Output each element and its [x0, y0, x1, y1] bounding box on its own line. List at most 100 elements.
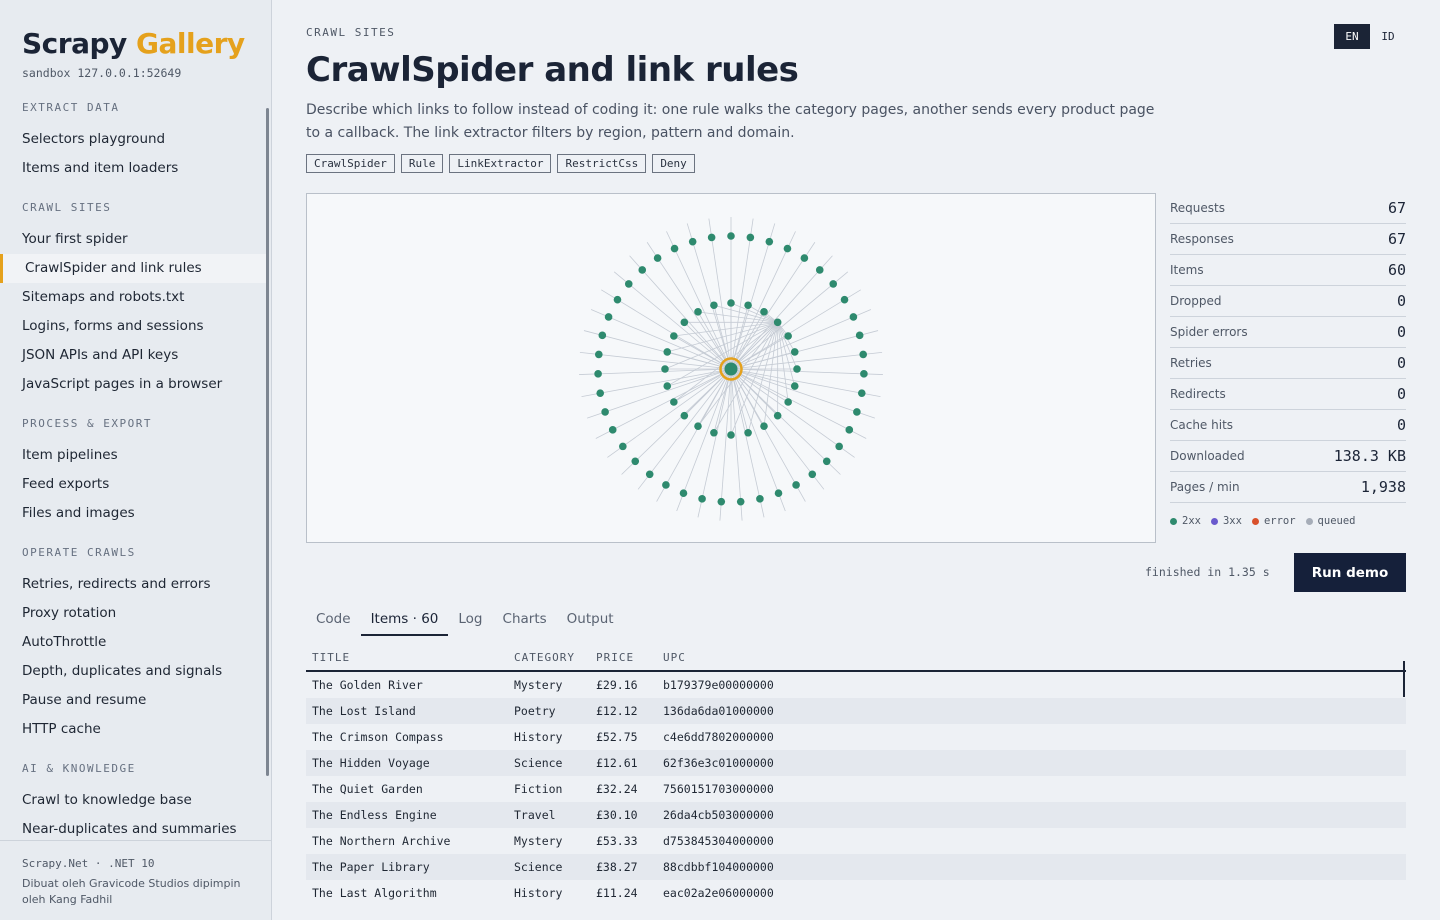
graph-node[interactable]: [670, 332, 678, 340]
sidebar-item[interactable]: Items and item loaders: [0, 154, 268, 183]
result-tab[interactable]: Code: [306, 609, 361, 636]
sidebar-item[interactable]: CrawlSpider and link rules: [0, 254, 268, 283]
sidebar-item[interactable]: AutoThrottle: [0, 628, 268, 657]
root-node[interactable]: [724, 362, 738, 376]
sidebar-item[interactable]: Sitemaps and robots.txt: [0, 283, 268, 312]
graph-node[interactable]: [594, 370, 602, 378]
graph-node[interactable]: [790, 348, 799, 356]
graph-node[interactable]: [727, 299, 735, 307]
graph-node[interactable]: [679, 489, 688, 498]
sidebar-item[interactable]: Depth, duplicates and signals: [0, 657, 268, 686]
graph-node[interactable]: [631, 457, 640, 466]
graph-node[interactable]: [784, 332, 792, 340]
graph-node[interactable]: [853, 408, 861, 416]
graph-node[interactable]: [849, 313, 858, 321]
lang-en-button[interactable]: EN: [1334, 24, 1370, 49]
sidebar-item[interactable]: Logins, forms and sessions: [0, 312, 268, 341]
graph-node[interactable]: [783, 244, 792, 253]
graph-node[interactable]: [756, 495, 764, 503]
column-resize-handle[interactable]: [1403, 661, 1405, 697]
graph-node[interactable]: [835, 442, 843, 451]
graph-node[interactable]: [598, 331, 607, 340]
table-row[interactable]: The Endless Engine Travel £30.10 26da4cb503…: [306, 802, 1406, 828]
sidebar-scrollbar[interactable]: [266, 108, 269, 776]
graph-node[interactable]: [710, 428, 718, 437]
graph-node[interactable]: [860, 370, 868, 378]
graph-node[interactable]: [619, 442, 627, 451]
table-row[interactable]: The Quiet Garden Fiction £32.24 75601517030…: [306, 776, 1406, 802]
sidebar-item[interactable]: Your first spider: [0, 225, 268, 254]
table-row[interactable]: The Last Algorithm History £11.24 eac02a2e0…: [306, 880, 1406, 906]
graph-node[interactable]: [760, 308, 768, 316]
graph-node[interactable]: [624, 280, 633, 288]
graph-node[interactable]: [784, 398, 792, 406]
table-row[interactable]: The Hidden Voyage Science £12.61 62f36e3c01…: [306, 750, 1406, 776]
graph-node[interactable]: [688, 237, 697, 246]
graph-node[interactable]: [793, 365, 801, 373]
graph-node[interactable]: [760, 422, 768, 430]
graph-node[interactable]: [653, 254, 662, 262]
column-header[interactable]: UPC: [663, 651, 863, 664]
graph-node[interactable]: [694, 308, 702, 316]
graph-node[interactable]: [717, 497, 726, 506]
graph-node[interactable]: [727, 232, 735, 240]
sidebar-item[interactable]: Feed exports: [0, 470, 268, 499]
graph-node[interactable]: [645, 470, 654, 479]
graph-node[interactable]: [774, 489, 783, 498]
brand-logo[interactable]: Scrapy Gallery: [22, 27, 245, 60]
sidebar-item[interactable]: JavaScript pages in a browser: [0, 370, 268, 399]
graph-node[interactable]: [670, 398, 678, 406]
sidebar-item[interactable]: Near-duplicates and summaries: [0, 815, 268, 837]
table-row[interactable]: The Golden River Mystery £29.16 b179379e000…: [306, 672, 1406, 698]
graph-node[interactable]: [790, 382, 799, 390]
sidebar-item[interactable]: Pause and resume: [0, 686, 268, 715]
graph-node[interactable]: [608, 426, 617, 434]
graph-node[interactable]: [727, 431, 735, 439]
sidebar-item[interactable]: Retries, redirects and errors: [0, 570, 268, 599]
graph-node[interactable]: [744, 301, 752, 310]
graph-node[interactable]: [663, 348, 672, 356]
graph-node[interactable]: [829, 280, 838, 288]
graph-node[interactable]: [859, 350, 868, 359]
sidebar-item[interactable]: Crawl to knowledge base: [0, 786, 268, 815]
graph-node[interactable]: [773, 411, 782, 420]
graph-node[interactable]: [596, 389, 605, 397]
graph-node[interactable]: [845, 426, 854, 434]
graph-node[interactable]: [857, 389, 866, 397]
graph-node[interactable]: [773, 318, 782, 327]
graph-node[interactable]: [707, 233, 716, 242]
graph-node[interactable]: [604, 313, 613, 321]
graph-node[interactable]: [800, 254, 809, 262]
graph-node[interactable]: [698, 495, 706, 503]
sidebar-item[interactable]: Selectors playground: [0, 125, 268, 154]
graph-node[interactable]: [765, 237, 774, 246]
graph-node[interactable]: [822, 457, 831, 466]
graph-node[interactable]: [746, 233, 755, 242]
table-row[interactable]: The Crimson Compass History £52.75 c4e6dd78…: [306, 724, 1406, 750]
run-demo-button[interactable]: Run demo: [1294, 553, 1406, 592]
graph-node[interactable]: [663, 382, 672, 390]
table-row[interactable]: The Paper Library Science £38.27 88cdbbf104…: [306, 854, 1406, 880]
graph-node[interactable]: [840, 295, 849, 304]
sidebar-item[interactable]: JSON APIs and API keys: [0, 341, 268, 370]
graph-node[interactable]: [613, 295, 622, 304]
graph-node[interactable]: [680, 411, 689, 420]
graph-node[interactable]: [808, 470, 817, 479]
table-row[interactable]: The Northern Archive Mystery £53.33 d753845…: [306, 828, 1406, 854]
graph-node[interactable]: [670, 244, 679, 253]
column-header[interactable]: CATEGORY: [514, 651, 596, 664]
graph-node[interactable]: [694, 422, 702, 430]
result-tab[interactable]: Log: [448, 609, 492, 636]
graph-node[interactable]: [661, 365, 669, 373]
graph-node[interactable]: [662, 481, 670, 489]
sidebar-item[interactable]: Proxy rotation: [0, 599, 268, 628]
graph-node[interactable]: [736, 497, 745, 506]
graph-node[interactable]: [792, 481, 800, 489]
graph-node[interactable]: [815, 266, 824, 274]
result-tab[interactable]: Output: [557, 609, 624, 636]
graph-node[interactable]: [638, 266, 647, 274]
table-row[interactable]: The Lost Island Poetry £12.12 136da6da01000…: [306, 698, 1406, 724]
graph-node[interactable]: [594, 350, 603, 359]
graph-node[interactable]: [855, 331, 864, 340]
result-tab[interactable]: Charts: [493, 609, 557, 636]
